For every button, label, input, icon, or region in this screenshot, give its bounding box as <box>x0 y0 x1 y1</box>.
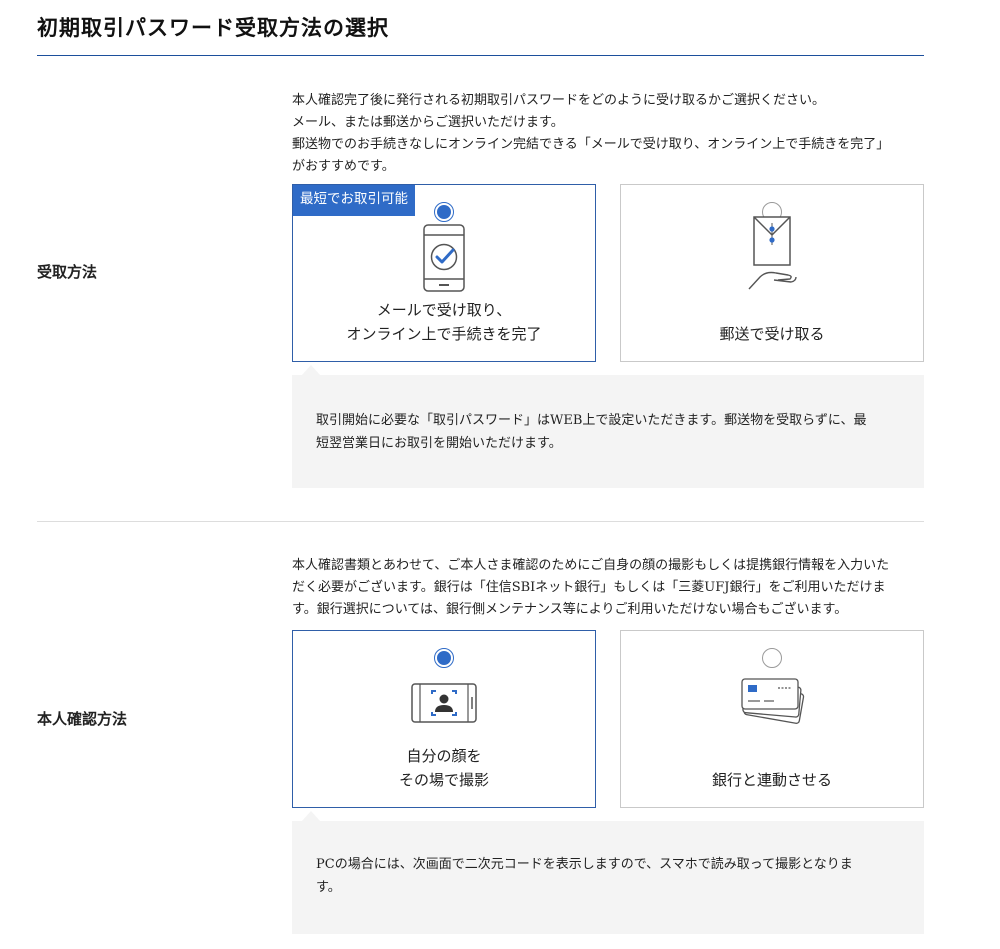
identity-intro-line: す。銀行選択については、銀行側メンテナンス等によりご利用いただけない場合もござい… <box>292 602 848 617</box>
section-divider <box>37 521 924 522</box>
label-line: メールで受け取り、 <box>376 301 512 319</box>
identity-note-line: PCの場合には、次画面で二次元コードを表示しますので、スマホで読み取って撮影とな… <box>316 857 853 872</box>
label-line: 銀行と連動させる <box>711 771 832 789</box>
smartphone-check-icon <box>420 223 468 299</box>
receipt-note: 取引開始に必要な「取引パスワード」はWEB上で設定いただきます。郵送物を受取らず… <box>292 375 924 488</box>
radio-face[interactable] <box>434 648 454 668</box>
option-card-mail[interactable]: 郵送で受け取る <box>620 184 924 362</box>
identity-intro: 本人確認書類とあわせて、ご本人さま確認のためにご自身の顔の撮影もしくは提携銀行情… <box>292 555 924 621</box>
mail-option-label: 郵送で受け取る <box>621 322 923 346</box>
receipt-intro: 本人確認完了後に発行される初期取引パスワードをどのように受け取るかご選択ください… <box>292 90 924 178</box>
receipt-intro-line: 本人確認完了後に発行される初期取引パスワードをどのように受け取るかご選択ください… <box>292 93 826 108</box>
bank-option-label: 銀行と連動させる <box>621 768 923 792</box>
identity-method-label: 本人確認方法 <box>37 710 128 728</box>
label-line: 郵送で受け取る <box>719 325 825 343</box>
envelope-hand-icon <box>746 215 798 297</box>
fastest-badge: 最短でお取引可能 <box>293 185 415 216</box>
label-line: その場で撮影 <box>398 771 489 789</box>
option-card-face[interactable]: 自分の顔を その場で撮影 <box>292 630 596 808</box>
receipt-method-label: 受取方法 <box>37 263 98 281</box>
face-camera-icon <box>410 681 478 729</box>
receipt-note-line: 短翌営業日にお取引を開始いただけます。 <box>316 436 562 451</box>
note-pointer <box>302 365 320 375</box>
radio-bank[interactable] <box>762 648 782 668</box>
title-underline <box>37 55 924 56</box>
face-option-label: 自分の顔を その場で撮影 <box>293 744 595 792</box>
identity-intro-line: 本人確認書類とあわせて、ご本人さま確認のためにご自身の顔の撮影もしくは提携銀行情… <box>292 558 890 573</box>
email-option-label: メールで受け取り、 オンライン上で手続きを完了 <box>293 298 595 346</box>
note-pointer <box>302 811 320 821</box>
page: 初期取引パスワード受取方法の選択 受取方法 本人確認完了後に発行される初期取引パ… <box>0 0 1000 949</box>
identity-note-line: す。 <box>316 880 341 895</box>
option-card-email[interactable]: 最短でお取引可能 メールで受け取り、 オンライン上で手続きを完了 <box>292 184 596 362</box>
radio-email[interactable] <box>434 202 454 222</box>
option-card-bank[interactable]: 銀行と連動させる <box>620 630 924 808</box>
bank-cards-icon <box>738 673 808 731</box>
receipt-intro-line: 郵送物でのお手続きなしにオンライン完結できる「メールで受け取り、オンライン上で手… <box>292 137 890 152</box>
receipt-intro-line: がおすすめです。 <box>292 159 395 174</box>
page-title: 初期取引パスワード受取方法の選択 <box>37 15 389 40</box>
identity-note: PCの場合には、次画面で二次元コードを表示しますので、スマホで読み取って撮影とな… <box>292 821 924 934</box>
identity-intro-line: だく必要がございます。銀行は「住信SBIネット銀行」もしくは「三菱UFJ銀行」を… <box>292 580 886 595</box>
label-line: オンライン上で手続きを完了 <box>346 325 542 343</box>
receipt-note-line: 取引開始に必要な「取引パスワード」はWEB上で設定いただきます。郵送物を受取らず… <box>316 413 867 428</box>
label-line: 自分の顔を <box>406 747 482 765</box>
receipt-intro-line: メール、または郵送からご選択いただけます。 <box>292 115 564 130</box>
